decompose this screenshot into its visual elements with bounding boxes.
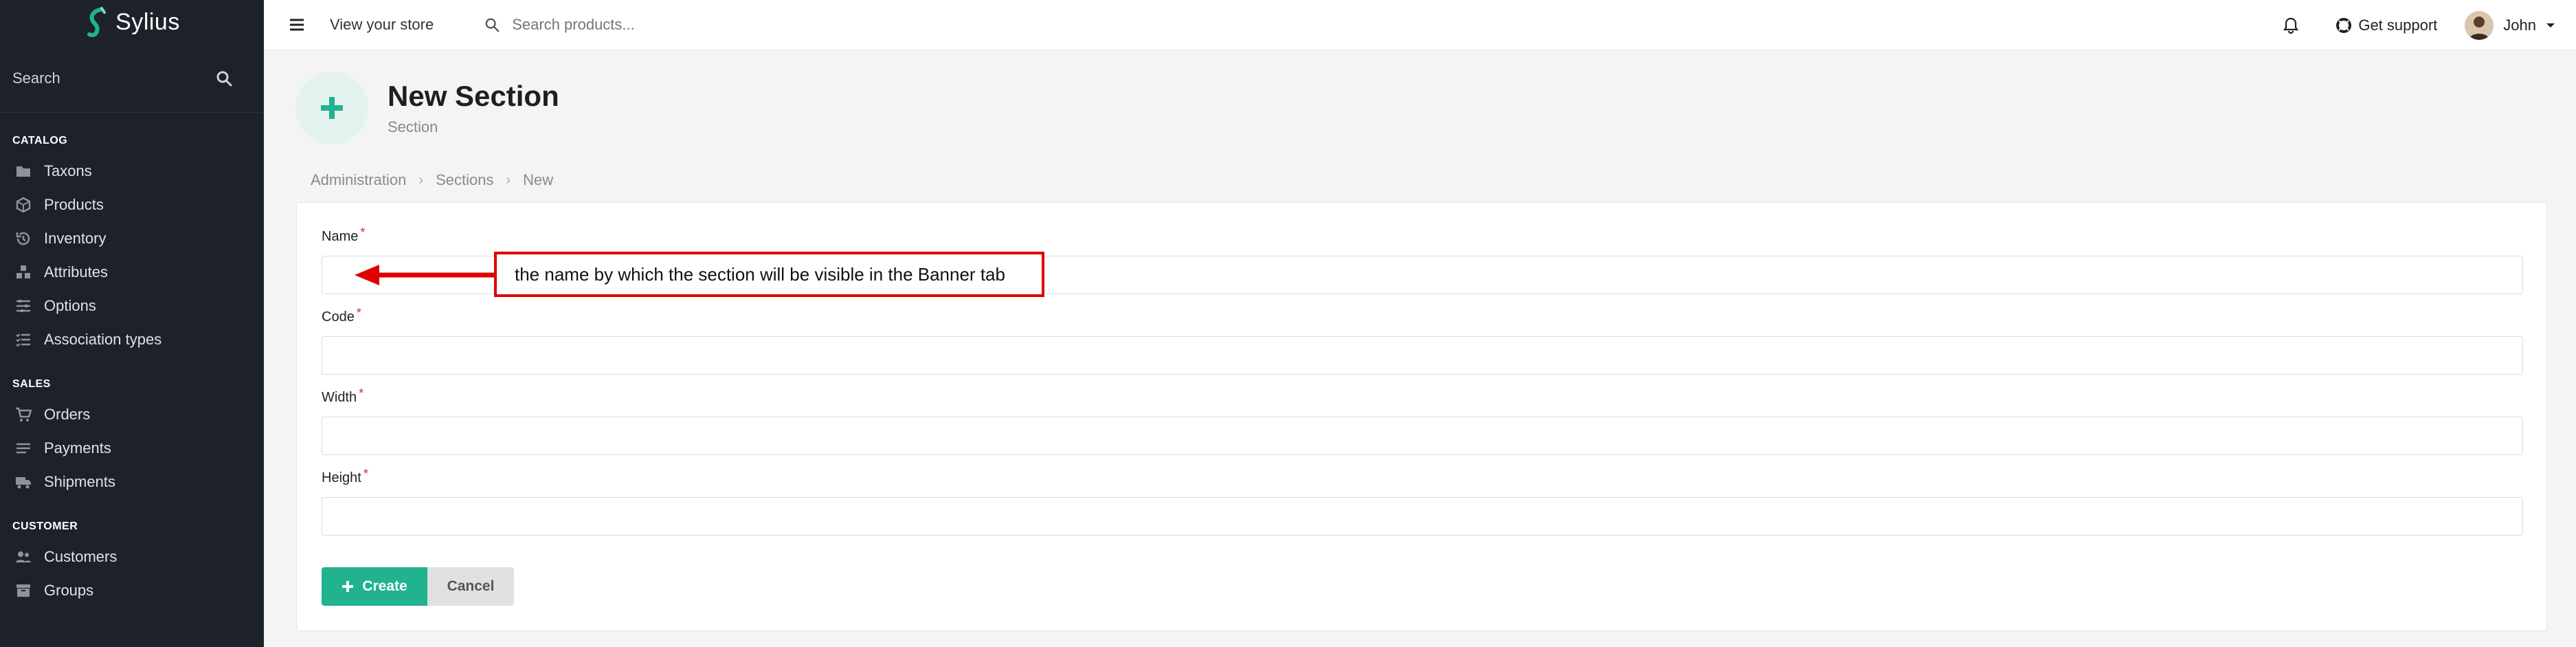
sidebar-item-label: Association types	[44, 330, 162, 348]
get-support-link[interactable]: Get support	[2336, 17, 2437, 34]
annotation-callout: the name by which the section will be vi…	[494, 252, 1044, 297]
code-label: Code *	[322, 306, 361, 325]
sidebar-group-title: SALES	[12, 378, 51, 390]
code-label-text: Code	[322, 309, 355, 325]
sidebar-item-label: Shipments	[44, 472, 115, 490]
plus-icon	[342, 581, 354, 592]
life-ring-icon	[2336, 17, 2352, 33]
tasks-icon	[16, 333, 30, 347]
sidebar-group-customer: CUSTOMER Customers Groups	[0, 498, 264, 607]
sylius-logo-icon	[87, 7, 107, 37]
sidebar-item-label: Orders	[44, 405, 91, 423]
caret-down-icon	[2546, 23, 2555, 28]
sidebar-item-customers[interactable]: Customers	[0, 540, 264, 573]
product-search-input[interactable]	[512, 16, 856, 34]
annotation-arrow-icon	[355, 265, 496, 285]
search-icon	[485, 18, 500, 32]
sidebar-item-groups[interactable]: Groups	[0, 573, 264, 607]
sidebar-item-association-types[interactable]: Association types	[0, 322, 264, 356]
required-mark: *	[363, 467, 368, 481]
name-label: Name *	[322, 226, 366, 245]
search-icon[interactable]	[216, 70, 232, 87]
sidebar-item-products[interactable]: Products	[0, 188, 264, 221]
hamburger-icon	[290, 19, 304, 31]
width-field[interactable]	[322, 417, 2523, 455]
sidebar-item-label: Customers	[44, 547, 117, 565]
sidebar-item-label: Payments	[44, 439, 111, 457]
width-label: Width *	[322, 386, 363, 406]
cancel-button-label: Cancel	[447, 578, 495, 594]
chevron-right-icon: ›	[418, 172, 424, 188]
breadcrumb: Administration › Sections › New	[311, 171, 553, 189]
height-label: Height *	[322, 467, 368, 486]
breadcrumb-sections[interactable]: Sections	[436, 171, 493, 189]
sidebar-group-title: CUSTOMER	[12, 520, 78, 532]
sidebar-search-label: Search	[12, 69, 60, 87]
get-support-label: Get support	[2358, 16, 2438, 34]
sidebar-item-label: Attributes	[44, 263, 108, 281]
plus-icon	[295, 72, 368, 144]
height-label-text: Height	[322, 470, 361, 485]
truck-icon	[16, 476, 31, 488]
history-icon	[16, 232, 30, 245]
sidebar-item-label: Options	[44, 296, 96, 314]
bell-icon	[2283, 17, 2299, 34]
topbar: View your store Get support John	[264, 0, 2576, 50]
brand[interactable]: Sylius	[0, 0, 264, 44]
view-store-link[interactable]: View your store	[330, 16, 434, 34]
sidebar-item-orders[interactable]: Orders	[0, 397, 264, 431]
avatar	[2465, 10, 2494, 40]
page-header: New Section Section	[295, 72, 559, 144]
user-menu[interactable]: John	[2465, 10, 2555, 40]
width-label-text: Width	[322, 390, 357, 405]
sidebar-item-label: Products	[44, 195, 104, 213]
sidebar-search[interactable]: Search	[0, 44, 264, 113]
page-subtitle: Section	[388, 118, 438, 135]
cube-icon	[16, 197, 31, 212]
create-button-label: Create	[362, 578, 407, 594]
page-title: New Section	[388, 80, 559, 112]
user-name: John	[2503, 16, 2536, 34]
sidebar-group-sales: SALES Orders Payments Shipments	[0, 356, 264, 498]
sidebar-group-title: CATALOG	[12, 135, 68, 146]
archive-icon	[16, 584, 30, 597]
sidebar-item-payments[interactable]: Payments	[0, 431, 264, 465]
sidebar-item-label: Taxons	[44, 162, 92, 179]
name-label-text: Name	[322, 229, 359, 244]
sidebar-item-label: Inventory	[44, 229, 107, 247]
breadcrumb-administration[interactable]: Administration	[311, 171, 406, 189]
payment-icon	[16, 443, 30, 453]
breadcrumb-new: New	[523, 171, 554, 188]
create-button[interactable]: Create	[322, 567, 427, 606]
product-search[interactable]	[484, 16, 856, 34]
height-field[interactable]	[322, 497, 2523, 536]
sidebar-item-options[interactable]: Options	[0, 289, 264, 322]
sidebar-item-taxons[interactable]: Taxons	[0, 154, 264, 188]
sidebar-item-shipments[interactable]: Shipments	[0, 465, 264, 498]
sidebar-group-catalog: CATALOG Taxons Products Inventory Attrib…	[0, 113, 264, 356]
user-photo-icon	[2465, 10, 2494, 40]
sidebar-item-label: Groups	[44, 581, 94, 599]
sidebar-item-attributes[interactable]: Attributes	[0, 255, 264, 289]
options-icon	[16, 299, 30, 312]
topbar-right: Get support John	[2277, 0, 2576, 50]
brand-name: Sylius	[115, 8, 180, 35]
required-mark: *	[356, 306, 361, 320]
notifications-button[interactable]	[2277, 12, 2305, 39]
required-mark: *	[360, 226, 366, 239]
code-field[interactable]	[322, 336, 2523, 375]
cubes-icon	[16, 265, 30, 278]
cancel-button[interactable]: Cancel	[427, 567, 514, 606]
menu-toggle-button[interactable]	[278, 11, 316, 39]
sidebar-item-inventory[interactable]: Inventory	[0, 221, 264, 255]
cart-icon	[16, 407, 32, 421]
folder-icon	[16, 166, 30, 177]
chevron-right-icon: ›	[506, 172, 511, 188]
sidebar: Sylius Search CATALOG Taxons Products In…	[0, 0, 264, 647]
users-icon	[16, 551, 31, 562]
required-mark: *	[359, 386, 364, 400]
